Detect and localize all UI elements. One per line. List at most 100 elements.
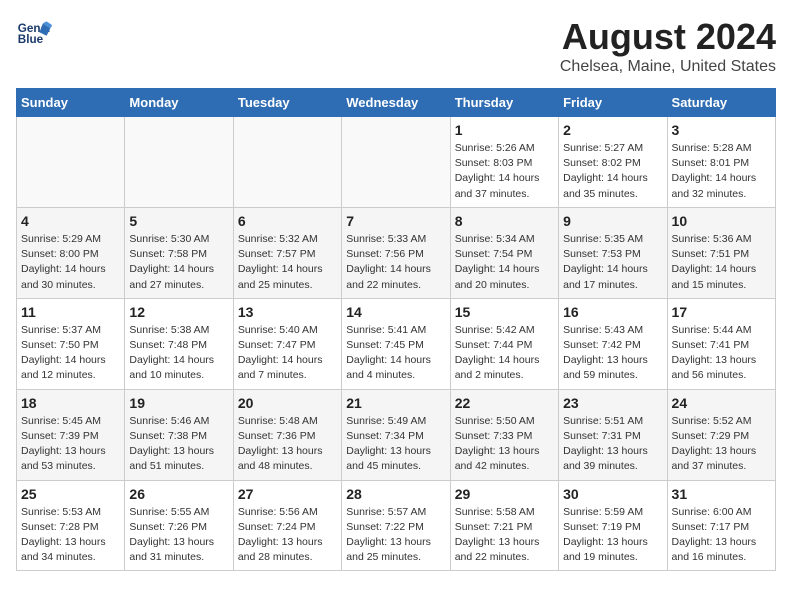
- day-number: 29: [455, 486, 554, 502]
- day-number: 3: [672, 122, 771, 138]
- calendar-cell: 16 Sunrise: 5:43 AM Sunset: 7:42 PM Dayli…: [559, 298, 667, 389]
- calendar-cell: 6 Sunrise: 5:32 AM Sunset: 7:57 PM Daylig…: [233, 207, 341, 298]
- day-number: 4: [21, 213, 120, 229]
- day-info: Sunrise: 5:26 AM Sunset: 8:03 PM Dayligh…: [455, 141, 554, 202]
- day-info: Sunrise: 5:35 AM Sunset: 7:53 PM Dayligh…: [563, 232, 662, 293]
- day-info: Sunrise: 5:49 AM Sunset: 7:34 PM Dayligh…: [346, 414, 445, 475]
- calendar-cell: 30 Sunrise: 5:59 AM Sunset: 7:19 PM Dayli…: [559, 480, 667, 571]
- day-info: Sunrise: 5:29 AM Sunset: 8:00 PM Dayligh…: [21, 232, 120, 293]
- day-info: Sunrise: 5:44 AM Sunset: 7:41 PM Dayligh…: [672, 323, 771, 384]
- calendar-cell: 28Sunrise: 5:57 AM Sunset: 7:22 PM Dayli…: [342, 480, 450, 571]
- calendar-cell: 5 Sunrise: 5:30 AM Sunset: 7:58 PM Daylig…: [125, 207, 233, 298]
- day-info: Sunrise: 5:55 AM Sunset: 7:26 PM Dayligh…: [129, 505, 228, 566]
- calendar-cell: 15 Sunrise: 5:42 AM Sunset: 7:44 PM Dayli…: [450, 298, 558, 389]
- calendar-cell: 27 Sunrise: 5:56 AM Sunset: 7:24 PM Dayli…: [233, 480, 341, 571]
- header-row: SundayMondayTuesdayWednesdayThursdayFrid…: [17, 89, 776, 117]
- day-info: Sunrise: 5:27 AM Sunset: 8:02 PM Dayligh…: [563, 141, 662, 202]
- calendar-cell: 25Sunrise: 5:53 AM Sunset: 7:28 PM Dayli…: [17, 480, 125, 571]
- day-number: 20: [238, 395, 337, 411]
- week-row-5: 25Sunrise: 5:53 AM Sunset: 7:28 PM Dayli…: [17, 480, 776, 571]
- day-number: 11: [21, 304, 120, 320]
- day-info: Sunrise: 5:46 AM Sunset: 7:38 PM Dayligh…: [129, 414, 228, 475]
- day-number: 19: [129, 395, 228, 411]
- page-header: General Blue August 2024 Chelsea, Maine,…: [16, 16, 776, 76]
- day-number: 31: [672, 486, 771, 502]
- calendar-cell: 21 Sunrise: 5:49 AM Sunset: 7:34 PM Dayli…: [342, 389, 450, 480]
- day-number: 5: [129, 213, 228, 229]
- calendar-cell: 29Sunrise: 5:58 AM Sunset: 7:21 PM Dayli…: [450, 480, 558, 571]
- day-number: 8: [455, 213, 554, 229]
- day-info: Sunrise: 5:41 AM Sunset: 7:45 PM Dayligh…: [346, 323, 445, 384]
- title-block: August 2024 Chelsea, Maine, United State…: [560, 16, 776, 76]
- day-info: Sunrise: 5:36 AM Sunset: 7:51 PM Dayligh…: [672, 232, 771, 293]
- calendar-cell: 24Sunrise: 5:52 AM Sunset: 7:29 PM Dayli…: [667, 389, 775, 480]
- day-info: Sunrise: 6:00 AM Sunset: 7:17 PM Dayligh…: [672, 505, 771, 566]
- col-header-saturday: Saturday: [667, 89, 775, 117]
- day-number: 26: [129, 486, 228, 502]
- day-number: 23: [563, 395, 662, 411]
- day-number: 21: [346, 395, 445, 411]
- day-number: 30: [563, 486, 662, 502]
- calendar-cell: 19 Sunrise: 5:46 AM Sunset: 7:38 PM Dayli…: [125, 389, 233, 480]
- calendar-cell: 4 Sunrise: 5:29 AM Sunset: 8:00 PM Daylig…: [17, 207, 125, 298]
- calendar-cell: 22Sunrise: 5:50 AM Sunset: 7:33 PM Dayli…: [450, 389, 558, 480]
- day-number: 1: [455, 122, 554, 138]
- calendar-cell: 23 Sunrise: 5:51 AM Sunset: 7:31 PM Dayli…: [559, 389, 667, 480]
- day-number: 13: [238, 304, 337, 320]
- day-number: 27: [238, 486, 337, 502]
- day-info: Sunrise: 5:38 AM Sunset: 7:48 PM Dayligh…: [129, 323, 228, 384]
- day-number: 2: [563, 122, 662, 138]
- calendar-cell: 14Sunrise: 5:41 AM Sunset: 7:45 PM Dayli…: [342, 298, 450, 389]
- col-header-monday: Monday: [125, 89, 233, 117]
- day-info: Sunrise: 5:40 AM Sunset: 7:47 PM Dayligh…: [238, 323, 337, 384]
- col-header-wednesday: Wednesday: [342, 89, 450, 117]
- day-info: Sunrise: 5:56 AM Sunset: 7:24 PM Dayligh…: [238, 505, 337, 566]
- calendar-cell: 8Sunrise: 5:34 AM Sunset: 7:54 PM Daylig…: [450, 207, 558, 298]
- day-number: 15: [455, 304, 554, 320]
- day-info: Sunrise: 5:42 AM Sunset: 7:44 PM Dayligh…: [455, 323, 554, 384]
- day-info: Sunrise: 5:59 AM Sunset: 7:19 PM Dayligh…: [563, 505, 662, 566]
- logo: General Blue: [16, 16, 52, 52]
- calendar-cell: 13 Sunrise: 5:40 AM Sunset: 7:47 PM Dayli…: [233, 298, 341, 389]
- day-info: Sunrise: 5:45 AM Sunset: 7:39 PM Dayligh…: [21, 414, 120, 475]
- col-header-tuesday: Tuesday: [233, 89, 341, 117]
- calendar-cell: 1 Sunrise: 5:26 AM Sunset: 8:03 PM Daylig…: [450, 117, 558, 208]
- calendar-cell: 12 Sunrise: 5:38 AM Sunset: 7:48 PM Dayli…: [125, 298, 233, 389]
- day-number: 12: [129, 304, 228, 320]
- main-title: August 2024: [560, 16, 776, 58]
- calendar-cell: [233, 117, 341, 208]
- day-info: Sunrise: 5:50 AM Sunset: 7:33 PM Dayligh…: [455, 414, 554, 475]
- day-info: Sunrise: 5:53 AM Sunset: 7:28 PM Dayligh…: [21, 505, 120, 566]
- subtitle: Chelsea, Maine, United States: [560, 58, 776, 76]
- day-info: Sunrise: 5:28 AM Sunset: 8:01 PM Dayligh…: [672, 141, 771, 202]
- day-number: 6: [238, 213, 337, 229]
- col-header-friday: Friday: [559, 89, 667, 117]
- day-info: Sunrise: 5:30 AM Sunset: 7:58 PM Dayligh…: [129, 232, 228, 293]
- day-info: Sunrise: 5:48 AM Sunset: 7:36 PM Dayligh…: [238, 414, 337, 475]
- day-info: Sunrise: 5:51 AM Sunset: 7:31 PM Dayligh…: [563, 414, 662, 475]
- calendar-cell: [17, 117, 125, 208]
- day-info: Sunrise: 5:43 AM Sunset: 7:42 PM Dayligh…: [563, 323, 662, 384]
- calendar-cell: 18 Sunrise: 5:45 AM Sunset: 7:39 PM Dayli…: [17, 389, 125, 480]
- day-number: 18: [21, 395, 120, 411]
- calendar-cell: 3 Sunrise: 5:28 AM Sunset: 8:01 PM Daylig…: [667, 117, 775, 208]
- week-row-3: 11Sunrise: 5:37 AM Sunset: 7:50 PM Dayli…: [17, 298, 776, 389]
- calendar-cell: 2 Sunrise: 5:27 AM Sunset: 8:02 PM Daylig…: [559, 117, 667, 208]
- day-info: Sunrise: 5:32 AM Sunset: 7:57 PM Dayligh…: [238, 232, 337, 293]
- day-number: 17: [672, 304, 771, 320]
- calendar-cell: 7Sunrise: 5:33 AM Sunset: 7:56 PM Daylig…: [342, 207, 450, 298]
- day-number: 28: [346, 486, 445, 502]
- calendar-cell: 10 Sunrise: 5:36 AM Sunset: 7:51 PM Dayli…: [667, 207, 775, 298]
- calendar-cell: [342, 117, 450, 208]
- day-number: 10: [672, 213, 771, 229]
- calendar-cell: 17 Sunrise: 5:44 AM Sunset: 7:41 PM Dayli…: [667, 298, 775, 389]
- calendar-cell: 9 Sunrise: 5:35 AM Sunset: 7:53 PM Daylig…: [559, 207, 667, 298]
- calendar-cell: 20 Sunrise: 5:48 AM Sunset: 7:36 PM Dayli…: [233, 389, 341, 480]
- day-info: Sunrise: 5:33 AM Sunset: 7:56 PM Dayligh…: [346, 232, 445, 293]
- col-header-thursday: Thursday: [450, 89, 558, 117]
- svg-text:Blue: Blue: [18, 33, 44, 46]
- day-number: 16: [563, 304, 662, 320]
- calendar-cell: 31 Sunrise: 6:00 AM Sunset: 7:17 PM Dayli…: [667, 480, 775, 571]
- calendar-cell: [125, 117, 233, 208]
- day-number: 9: [563, 213, 662, 229]
